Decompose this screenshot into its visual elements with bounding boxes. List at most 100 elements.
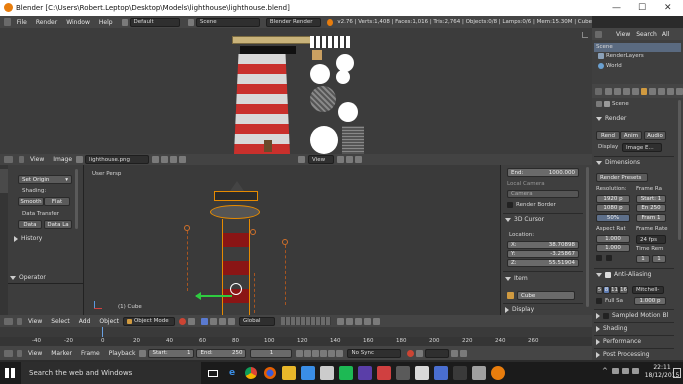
tab-relations[interactable] [0, 219, 8, 245]
resolution-y-field[interactable]: 1080 p [596, 204, 630, 212]
render-panel-header[interactable]: Render [596, 115, 626, 122]
scene-tab-icon[interactable] [622, 87, 630, 95]
app-gray-icon[interactable] [396, 366, 410, 380]
render-button[interactable]: Rend [596, 131, 620, 140]
uv-editor-type-icon[interactable] [4, 156, 13, 163]
scale-icon[interactable] [227, 317, 235, 325]
time-remap-new-field[interactable]: 1 [652, 255, 666, 263]
menu-window[interactable]: Window [66, 19, 90, 26]
frame-step-field[interactable]: Fram 1 [636, 214, 666, 222]
volume-icon[interactable] [631, 368, 639, 374]
outliner-menu-all[interactable]: All [662, 31, 669, 38]
data-layers-button[interactable]: Data La [44, 220, 72, 229]
object-name-field[interactable]: Cube [517, 291, 575, 300]
tab-create[interactable] [0, 195, 8, 217]
menu-help[interactable]: Help [99, 19, 113, 26]
3d-menu-add[interactable]: Add [79, 318, 91, 325]
keying-set-selector[interactable] [425, 348, 450, 358]
auto-keyframe-icon[interactable] [407, 349, 415, 357]
app-light-icon[interactable] [472, 366, 486, 380]
properties-shelf-scrollbar[interactable] [586, 167, 589, 307]
aa-16-button[interactable]: 16 [619, 286, 628, 294]
preview-range-icon[interactable] [139, 349, 147, 357]
open-image-icon[interactable] [170, 156, 178, 163]
operator-panel-header[interactable]: Operator [10, 274, 46, 281]
area-split-corner-icon[interactable] [582, 32, 588, 38]
sync-mode-selector[interactable]: No Sync [347, 348, 402, 358]
notifications-icon[interactable] [673, 368, 681, 378]
jump-keyframe-back-icon[interactable] [304, 349, 312, 357]
lamp-icon-3[interactable] [250, 229, 256, 235]
layout-selector[interactable]: Default [129, 17, 180, 27]
display-selector[interactable]: Image E... [622, 143, 662, 152]
render-border-toggle[interactable]: Render Border [507, 202, 556, 208]
flat-button[interactable]: Flat [44, 197, 70, 206]
pin-icon[interactable] [337, 156, 345, 163]
properties-editor-icon[interactable] [595, 87, 602, 95]
data-tab-icon[interactable] [667, 87, 675, 95]
3d-menu-view[interactable]: View [28, 318, 42, 325]
snap-icon[interactable] [345, 317, 353, 325]
history-panel-header[interactable]: History [14, 235, 42, 242]
aa-8-button[interactable]: 8 [603, 286, 610, 294]
time-remap-old-field[interactable]: 1 [636, 255, 650, 263]
render-preview-icon[interactable] [363, 317, 371, 325]
paint-icon[interactable] [320, 366, 334, 380]
pin-icon[interactable] [596, 101, 602, 107]
data-button[interactable]: Data [18, 220, 42, 229]
performance-panel-header[interactable]: Performance [596, 338, 641, 345]
gizmo-y-axis[interactable] [196, 295, 232, 297]
new-image-icon[interactable] [161, 156, 169, 163]
3d-menu-select[interactable]: Select [51, 318, 70, 325]
tool-shelf-scrollbar[interactable] [75, 169, 78, 229]
set-origin-dropdown[interactable]: Set Origin ▾ [18, 175, 72, 184]
menu-collapse-icon[interactable] [19, 156, 24, 163]
item-panel-header[interactable]: Item [505, 275, 528, 282]
menu-collapse-icon[interactable] [17, 317, 22, 325]
layer-buttons[interactable] [280, 317, 331, 325]
render-engine-selector[interactable]: Blender Render [265, 17, 322, 27]
crop-checkbox-icon[interactable] [606, 255, 612, 261]
motion-blur-checkbox-icon[interactable] [603, 312, 609, 319]
edge-browser-icon[interactable]: e [225, 366, 239, 380]
snap-element-icon[interactable] [354, 317, 362, 325]
frame-rate-selector[interactable]: 24 fps [636, 235, 666, 244]
frame-start-field[interactable]: Start: 1 [636, 195, 666, 203]
resolution-x-field[interactable]: 1920 p [596, 195, 630, 203]
task-view-icon[interactable] [206, 366, 220, 380]
animation-button[interactable]: Anim [620, 131, 642, 140]
network-icon[interactable] [621, 368, 629, 374]
manipulator-icon[interactable] [200, 317, 208, 325]
3d-cursor-icon[interactable] [230, 283, 242, 295]
timeline-menu-frame[interactable]: Frame [81, 350, 100, 357]
aa-5-button[interactable]: 5 [596, 286, 603, 294]
minimize-button[interactable]: — [612, 3, 621, 13]
pivot-point-icon[interactable] [187, 317, 195, 325]
frame-end-field[interactable]: En 250 [636, 204, 666, 212]
anti-aliasing-panel-header[interactable]: Anti-Aliasing [596, 271, 651, 278]
local-camera-field[interactable]: Camera [507, 190, 579, 198]
outliner-menu-search[interactable]: Search [636, 31, 657, 38]
cursor-z-field[interactable]: Z: 55.51904 [507, 259, 579, 267]
full-sample-toggle[interactable]: Full Sa [596, 298, 623, 304]
menu-render[interactable]: Render [36, 19, 57, 26]
tray-expand-icon[interactable]: ^ [602, 367, 608, 375]
outliner-item-scene[interactable]: Scene [594, 43, 681, 52]
object-tab-icon[interactable] [640, 87, 648, 95]
current-frame-field[interactable]: 1 [250, 348, 293, 358]
viewport-shading-icon[interactable] [178, 317, 186, 325]
editor-type-icon[interactable] [4, 18, 11, 26]
aa-filter-selector[interactable]: Mitchell- [632, 286, 664, 294]
timeline-menu-view[interactable]: View [28, 350, 42, 357]
gizmo-y-arrow-icon[interactable] [195, 292, 201, 300]
app-red-icon[interactable] [377, 366, 391, 380]
image-browse-icon[interactable] [76, 156, 84, 163]
cursor-y-field[interactable]: Y: -3.25867 [507, 250, 579, 258]
resolution-percentage-slider[interactable]: 50% [596, 214, 630, 222]
alpha-icon[interactable] [355, 156, 363, 163]
menu-collapse-icon[interactable] [17, 349, 22, 357]
dimensions-panel-header[interactable]: Dimensions [596, 159, 640, 166]
timeline-menu-marker[interactable]: Marker [51, 350, 72, 357]
jump-keyframe-forward-icon[interactable] [328, 349, 336, 357]
render-presets-dropdown[interactable]: Render Presets [596, 173, 648, 182]
